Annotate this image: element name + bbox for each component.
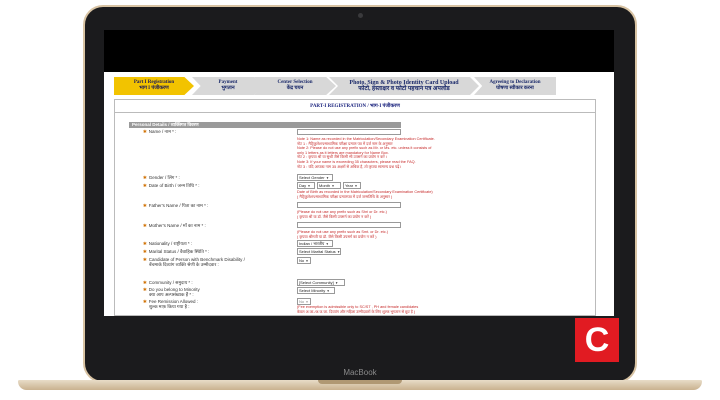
gender-select[interactable]: Select Gender ▾ (297, 174, 333, 181)
fee-remission-notes: (Fee exemption is admissible only to SC/… (297, 305, 419, 314)
nationality-label: ✱ Nationality / राष्ट्रीयता * : (143, 241, 193, 246)
disability-label: ✱ Candidate of Person with Benchmark Disa… (143, 257, 245, 267)
mother-name-input[interactable] (297, 222, 401, 228)
browser-blackout-area (104, 30, 614, 72)
channel-logo: C (575, 318, 619, 362)
chevron-down-icon: ▾ (355, 184, 357, 188)
fee-remission-select[interactable]: No ▾ (297, 298, 311, 305)
father-name-notes: (Please do not use any prefix such as Sh… (297, 210, 387, 219)
minority-select[interactable]: Select Minority ▾ (297, 287, 335, 294)
nationality-select[interactable]: Indian / भारतीय ▾ (297, 240, 333, 247)
chevron-down-icon: ▾ (306, 259, 308, 263)
chevron-down-icon: ▾ (332, 184, 334, 188)
fee-remission-label: ✱ Fee Remission Allowed : शुल्क माफ़ किया … (143, 299, 199, 309)
step-label-hi: केंद्र चयन (286, 86, 304, 91)
dob-notes: Date of Birth as recorded in the Matricu… (297, 190, 433, 199)
community-label: ✱ Community / समुदाय * : (143, 280, 193, 285)
name-notes: Note 1: Name as recorded in the Matricul… (297, 137, 435, 169)
laptop-screen: Part I Registration भाग I पंजीकरण Paymen… (104, 30, 614, 316)
dob-month-select[interactable]: Month ▾ (317, 182, 341, 189)
step-label-hi: घोषणा स्वीकार करना (496, 86, 534, 91)
name-label: ✱ Name / नाम * : (143, 129, 177, 134)
device-brand-label: MacBook (343, 368, 377, 377)
chevron-down-icon: ▾ (306, 300, 308, 304)
registration-webpage: Part I Registration भाग I पंजीकरण Paymen… (104, 72, 614, 316)
step-center-selection[interactable]: Center Selection केंद्र चयन (254, 77, 336, 95)
dob-day-select[interactable]: Day ▾ (297, 182, 315, 189)
step-payment[interactable]: Payment भुगतान (192, 77, 264, 95)
step-part1-registration[interactable]: Part I Registration भाग I पंजीकरण (114, 77, 194, 95)
heading-divider (115, 112, 595, 113)
chevron-down-icon: ▾ (326, 176, 329, 180)
progress-steps: Part I Registration भाग I पंजीकरण Paymen… (114, 77, 594, 95)
gender-label: ✱ Gender / लिंग * : (143, 175, 180, 180)
chevron-down-icon: ▾ (327, 289, 329, 293)
registration-form: PART-I REGISTRATION / भाग-I पंजीकरण Pers… (114, 99, 596, 316)
dob-year-select[interactable]: Year ▾ (343, 182, 361, 189)
chevron-down-icon: ▾ (326, 242, 329, 246)
chevron-down-icon: ▾ (308, 184, 310, 188)
father-name-input[interactable] (297, 202, 401, 208)
form-heading: PART-I REGISTRATION / भाग-I पंजीकरण (310, 104, 400, 109)
step-label-hi: भाग I पंजीकरण (139, 86, 169, 91)
marital-status-select[interactable]: Select Marital Status ▾ (297, 248, 341, 255)
laptop-hinge-notch (318, 380, 402, 384)
mother-name-notes: (Please do not use any prefix such as Sm… (297, 230, 388, 239)
chevron-down-icon: ▾ (337, 250, 340, 254)
section-personal-details: Personal Details / व्यक्तिगत विवरण (129, 122, 401, 128)
disability-select[interactable]: No ▾ (297, 257, 311, 264)
step-photo-sign-upload[interactable]: Photo, Sign & Photo Identity Card Upload… (329, 77, 479, 95)
step-label-hi: भुगतान (221, 86, 235, 91)
minority-label: ✱ Do you belong to Minority क्या आप अल्पसं… (143, 287, 200, 297)
marital-status-label: ✱ Marital Status / वैवाहिक स्थिति * : (143, 249, 210, 254)
step-label-hi: फोटो, हस्ताक्षर व फोटो पहचान पत्र अपलोड (358, 86, 450, 92)
logo-letter: C (584, 321, 610, 359)
father-name-label: ✱ Father's Name / पिता का नाम * : (143, 203, 209, 208)
camera-dot (358, 13, 363, 18)
community-select[interactable]: [Select Community] ▾ (297, 279, 345, 286)
chevron-down-icon: ▾ (335, 281, 338, 285)
step-declaration[interactable]: Agreeing to Declaration घोषणा स्वीकार कर… (474, 77, 556, 95)
mother-name-label: ✱ Mother's Name / माँ का नाम * : (143, 223, 206, 228)
name-input[interactable] (297, 129, 401, 135)
dob-label: ✱ Date of Birth / जन्म तिथि * : (143, 183, 200, 188)
